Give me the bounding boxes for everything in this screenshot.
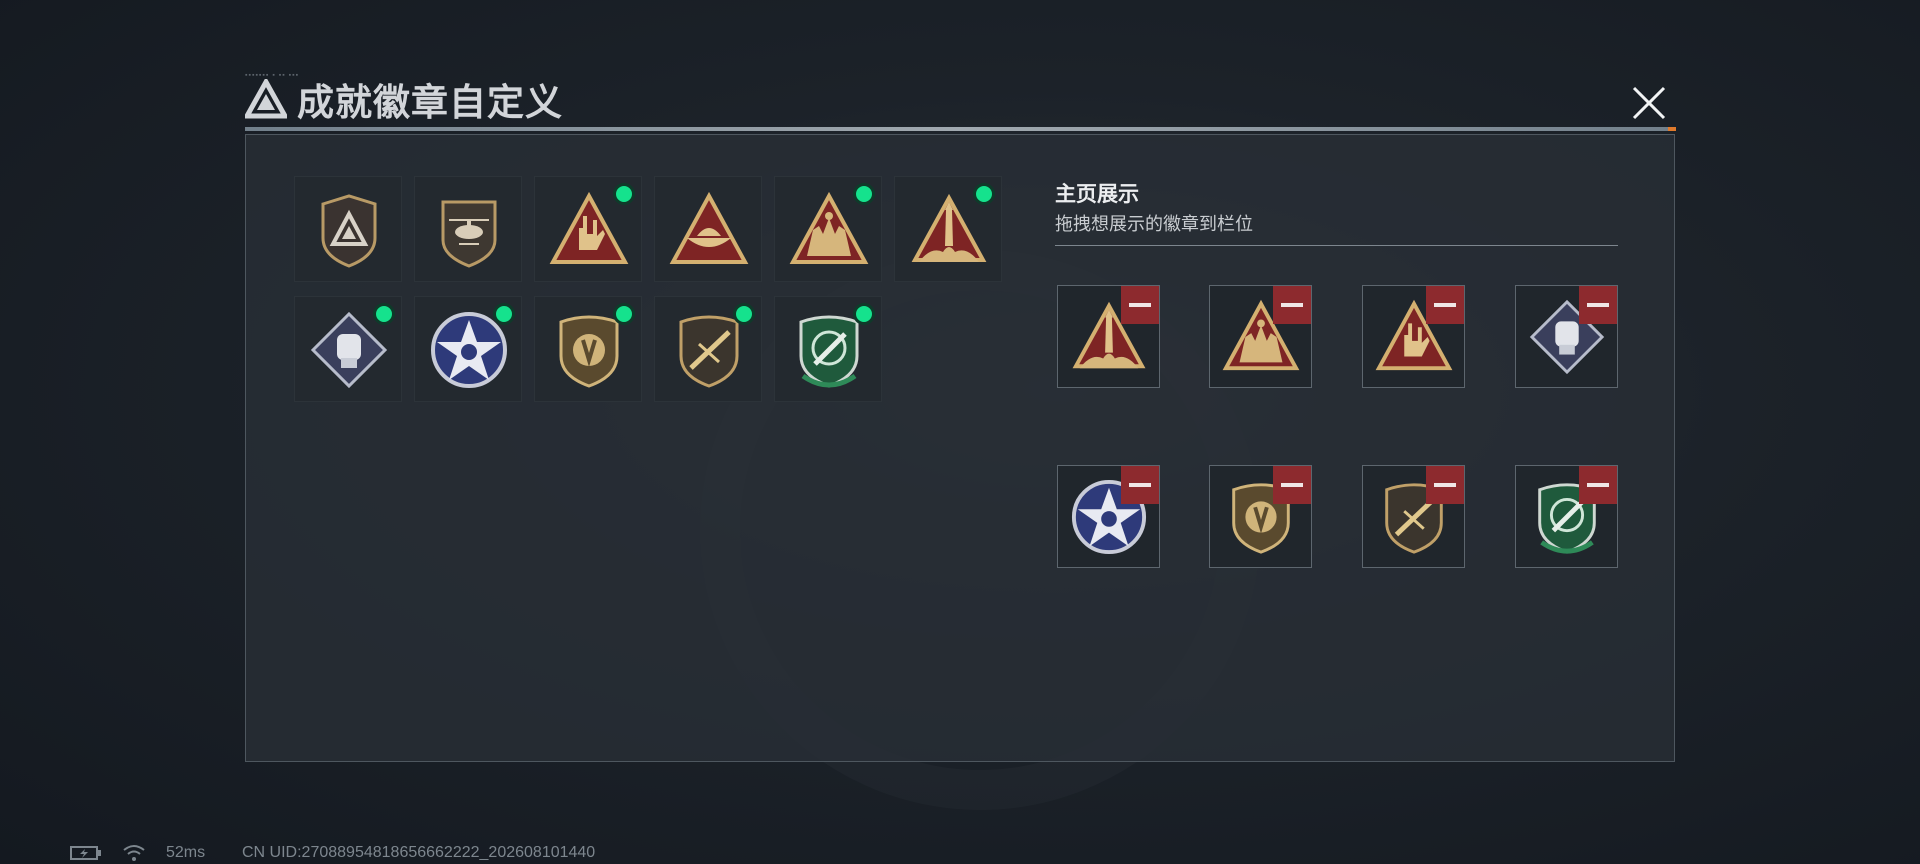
active-indicator <box>613 303 635 325</box>
shield-badge-icon <box>309 190 389 270</box>
showcase-slot-2[interactable] <box>1209 285 1312 388</box>
badge-slot-rifle[interactable] <box>654 296 762 402</box>
showcase-slot-6[interactable] <box>1209 465 1312 568</box>
showcase-title: 主页展示 <box>1055 183 1139 206</box>
wifi-icon <box>123 845 145 861</box>
badge-slot-green-shield[interactable] <box>774 296 882 402</box>
badge-slot-boat[interactable] <box>654 176 762 282</box>
status-bar: 52ms <box>70 844 205 862</box>
active-indicator <box>853 303 875 325</box>
badge-slot-emblem[interactable] <box>534 296 642 402</box>
boat-badge-icon <box>669 190 749 270</box>
badge-slot-helicopter[interactable] <box>414 176 522 282</box>
delta-logo-icon <box>245 79 287 119</box>
remove-button[interactable] <box>1273 466 1311 504</box>
page-title: 成就徽章自定义 <box>297 82 563 123</box>
badge-slot-fist[interactable] <box>294 296 402 402</box>
battery-icon <box>70 846 101 860</box>
showcase-slot-5[interactable] <box>1057 465 1160 568</box>
header-divider <box>245 127 1675 131</box>
active-indicator <box>973 183 995 205</box>
badge-slot-star-eagle[interactable] <box>414 296 522 402</box>
close-icon <box>1632 86 1666 120</box>
showcase-subtitle: 拖拽想展示的徽章到栏位 <box>1055 214 1253 234</box>
close-button[interactable] <box>1626 80 1672 126</box>
showcase-slot-3[interactable] <box>1362 285 1465 388</box>
remove-button[interactable] <box>1121 466 1159 504</box>
showcase-slot-8[interactable] <box>1515 465 1618 568</box>
remove-button[interactable] <box>1579 286 1617 324</box>
active-indicator <box>613 183 635 205</box>
active-indicator <box>853 183 875 205</box>
badge-slot-hand-sign[interactable] <box>534 176 642 282</box>
showcase-divider <box>1055 245 1618 246</box>
showcase-slot-4[interactable] <box>1515 285 1618 388</box>
showcase-slot-7[interactable] <box>1362 465 1465 568</box>
active-indicator <box>493 303 515 325</box>
remove-button[interactable] <box>1273 286 1311 324</box>
uid-text: CN UID:27088954818656662222_202608101440 <box>242 844 596 861</box>
title-bar: 成就徽章自定义 <box>245 74 563 124</box>
header-divider-accent <box>1668 127 1676 131</box>
remove-button[interactable] <box>1579 466 1617 504</box>
helicopter-badge-icon <box>429 190 509 270</box>
remove-button[interactable] <box>1121 286 1159 324</box>
badge-slot-rocket[interactable] <box>894 176 1002 282</box>
showcase-slot-1[interactable] <box>1057 285 1160 388</box>
remove-button[interactable] <box>1426 286 1464 324</box>
active-indicator <box>373 303 395 325</box>
badge-slot-shield[interactable] <box>294 176 402 282</box>
badge-slot-soldiers[interactable] <box>774 176 882 282</box>
active-indicator <box>733 303 755 325</box>
ping-text: 52ms <box>166 844 206 861</box>
remove-button[interactable] <box>1426 466 1464 504</box>
